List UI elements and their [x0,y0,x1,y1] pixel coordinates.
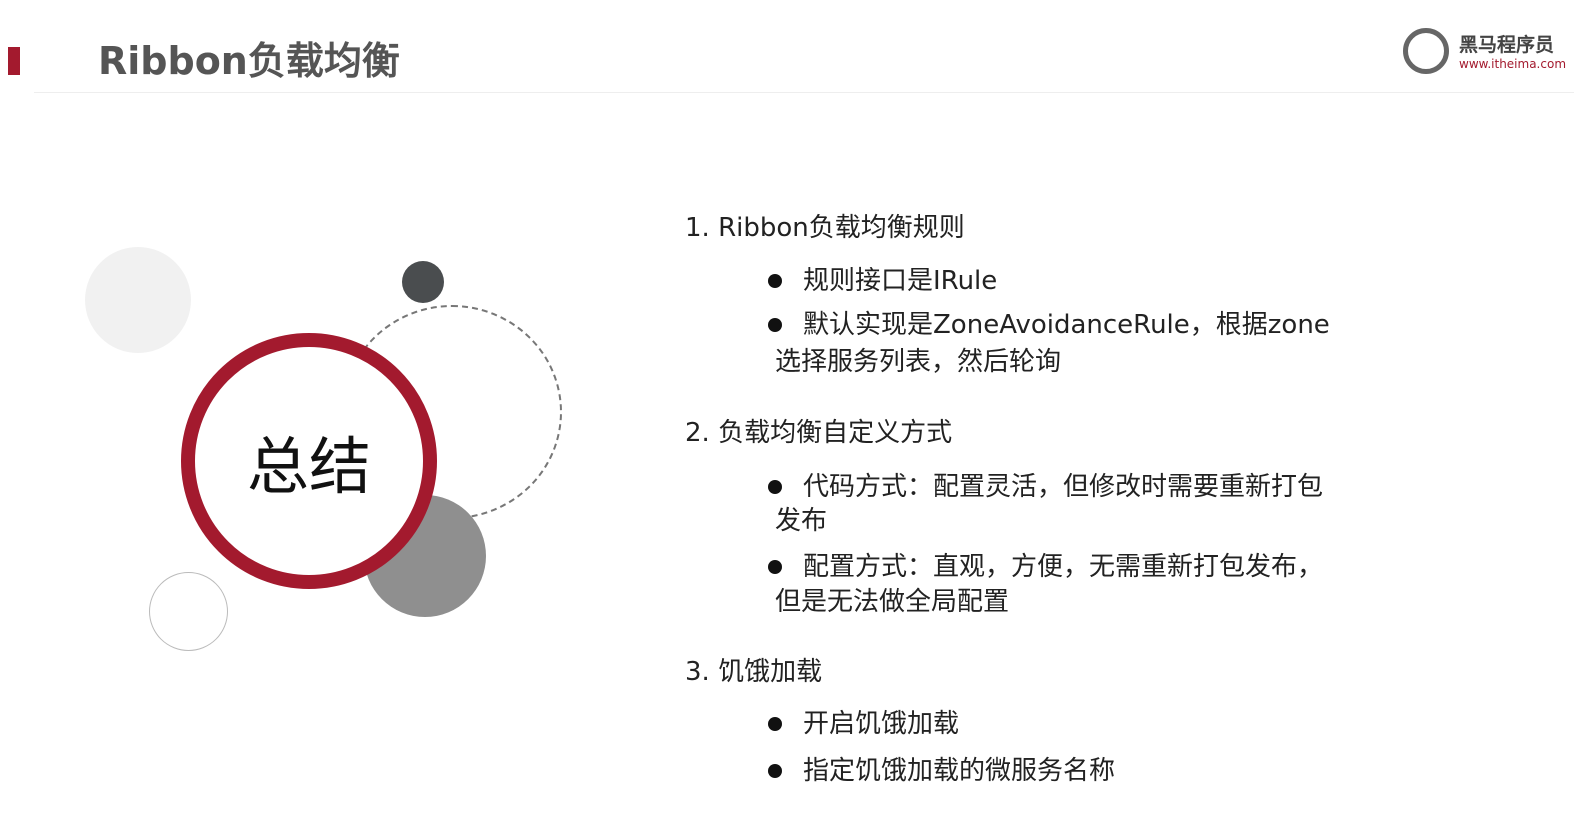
bullet-icon [768,717,782,731]
bullet-icon [768,480,782,494]
bullet-icon [768,764,782,778]
horse-logo-icon [1403,28,1449,74]
bullet-icon [768,318,782,332]
bullet-text: 开启饥饿加载 [803,709,960,739]
section-heading: 2. 负载均衡自定义方式 [685,418,953,448]
bullet-text: 配置方式：直观，方便，无需重新打包发布， [803,552,1324,582]
section-heading: 1. Ribbon负载均衡规则 [685,213,965,243]
bullet-text: 规则接口是IRule [803,266,998,296]
bullet-text: 选择服务列表，然后轮询 [775,347,1062,377]
page-title: Ribbon负载均衡 [98,39,400,83]
header-divider [34,92,1574,93]
bullet-text: 发布 [775,506,828,536]
bullet-icon [768,274,782,288]
section-heading: 3. 饥饿加载 [685,657,823,687]
decor-circle-light [85,247,191,353]
bullet-text: 代码方式：配置灵活，但修改时需要重新打包 [803,472,1324,502]
bullet-text: 但是无法做全局配置 [775,587,1010,617]
decor-circle-dark [402,261,444,303]
logo-name: 黑马程序员 [1459,34,1555,56]
bullet-text: 默认实现是ZoneAvoidanceRule，根据zone [803,310,1330,340]
logo-url: www.itheima.com [1459,57,1567,71]
title-accent-bar [8,47,20,75]
bullet-text: 指定饥饿加载的微服务名称 [803,756,1116,786]
summary-label: 总结 [246,430,371,503]
bullet-icon [768,560,782,574]
brand-logo: 黑马程序员 www.itheima.com [1403,26,1593,82]
